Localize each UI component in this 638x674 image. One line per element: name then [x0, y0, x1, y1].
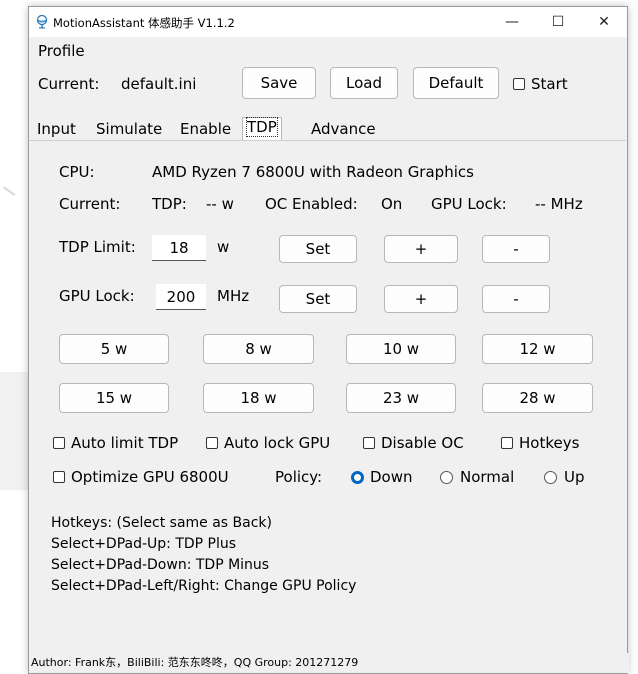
- close-button[interactable]: ✕: [581, 7, 627, 37]
- cpu-value: AMD Ryzen 7 6800U with Radeon Graphics: [152, 163, 474, 181]
- hotkeys-help-line: Select+DPad-Up: TDP Plus: [51, 536, 237, 552]
- auto-lock-gpu-checkbox[interactable]: [206, 437, 218, 449]
- policy-down-radio[interactable]: [351, 471, 364, 484]
- tdp-status-value: -- w: [206, 195, 234, 213]
- gpu-plus-button[interactable]: +: [384, 285, 458, 313]
- policy-normal-label: Normal: [460, 468, 515, 486]
- background-window-edge: [0, 372, 29, 490]
- gpu-lock-status-label: GPU Lock:: [431, 195, 507, 213]
- tdp-limit-input[interactable]: 18: [152, 235, 206, 261]
- save-button[interactable]: Save: [242, 67, 316, 99]
- policy-label: Policy:: [275, 468, 323, 486]
- oc-enabled-label: OC Enabled:: [265, 195, 358, 213]
- auto-limit-tdp-label: Auto limit TDP: [71, 434, 179, 452]
- tab-input[interactable]: Input: [37, 120, 76, 138]
- preset-8w-button[interactable]: 8 w: [203, 334, 314, 364]
- tab-advance[interactable]: Advance: [311, 120, 376, 138]
- oc-enabled-value: On: [381, 195, 403, 213]
- gpu-lock-input[interactable]: 200: [156, 284, 206, 310]
- profile-heading: Profile: [38, 42, 85, 60]
- policy-up-label: Up: [564, 468, 585, 486]
- tdp-limit-label: TDP Limit:: [59, 238, 136, 256]
- tab-bar: Input Simulate Enable TDP Advance: [29, 115, 627, 143]
- preset-18w-button[interactable]: 18 w: [203, 383, 314, 413]
- tab-enable[interactable]: Enable: [180, 120, 231, 138]
- motion-app-icon: [36, 15, 48, 29]
- title-bar[interactable]: MotionAssistant 体感助手 V1.1.2 — ☐ ✕: [29, 7, 627, 37]
- current-profile-label: Current:: [38, 75, 100, 93]
- current-status-label: Current:: [59, 195, 121, 213]
- maximize-button[interactable]: ☐: [535, 7, 581, 37]
- preset-28w-button[interactable]: 28 w: [482, 383, 593, 413]
- set-gpu-lock-button[interactable]: Set: [279, 285, 357, 313]
- cpu-label: CPU:: [59, 163, 95, 181]
- policy-down-label: Down: [370, 468, 413, 486]
- preset-10w-button[interactable]: 10 w: [346, 334, 456, 364]
- gpu-lock-label: GPU Lock:: [59, 287, 135, 305]
- auto-lock-gpu-label: Auto lock GPU: [224, 434, 331, 452]
- policy-up-radio[interactable]: [544, 471, 557, 484]
- preset-15w-button[interactable]: 15 w: [59, 383, 169, 413]
- hotkeys-help-line: Select+DPad-Left/Right: Change GPU Polic…: [51, 578, 357, 594]
- preset-5w-button[interactable]: 5 w: [59, 334, 169, 364]
- tdp-panel: CPU: AMD Ryzen 7 6800U with Radeon Graph…: [29, 140, 626, 651]
- preset-23w-button[interactable]: 23 w: [346, 383, 456, 413]
- hotkeys-label: Hotkeys: [519, 434, 580, 452]
- default-button[interactable]: Default: [413, 67, 499, 99]
- optimize-gpu-checkbox[interactable]: [53, 471, 65, 483]
- tdp-plus-button[interactable]: +: [384, 235, 458, 263]
- background-mark: [2, 186, 16, 196]
- app-window: MotionAssistant 体感助手 V1.1.2 — ☐ ✕ Profil…: [28, 6, 629, 674]
- tab-simulate[interactable]: Simulate: [96, 120, 162, 138]
- hotkeys-help-line: Hotkeys: (Select same as Back): [51, 515, 272, 531]
- minimize-button[interactable]: —: [489, 7, 535, 37]
- gpu-lock-status-value: -- MHz: [535, 195, 583, 213]
- start-checkbox[interactable]: [513, 78, 525, 90]
- auto-limit-tdp-checkbox[interactable]: [53, 437, 65, 449]
- window-title: MotionAssistant 体感助手 V1.1.2: [53, 16, 235, 30]
- status-bar: Author: Frank东，BiliBili: 范东东咚咚，QQ Group:…: [29, 653, 629, 673]
- disable-oc-checkbox[interactable]: [363, 437, 375, 449]
- preset-12w-button[interactable]: 12 w: [482, 334, 593, 364]
- load-button[interactable]: Load: [330, 67, 398, 99]
- set-tdp-button[interactable]: Set: [279, 235, 357, 263]
- tdp-unit-label: w: [217, 238, 230, 256]
- gpu-minus-button[interactable]: -: [482, 285, 550, 313]
- current-profile-value: default.ini: [121, 75, 197, 93]
- tdp-status-label: TDP:: [152, 195, 187, 213]
- hotkeys-help-line: Select+DPad-Down: TDP Minus: [51, 557, 270, 573]
- optimize-gpu-label: Optimize GPU 6800U: [71, 468, 229, 486]
- gpu-unit-label: MHz: [217, 287, 250, 305]
- start-label: Start: [531, 75, 568, 93]
- policy-normal-radio[interactable]: [440, 471, 453, 484]
- tdp-minus-button[interactable]: -: [482, 235, 550, 263]
- hotkeys-checkbox[interactable]: [501, 437, 513, 449]
- disable-oc-label: Disable OC: [381, 434, 464, 452]
